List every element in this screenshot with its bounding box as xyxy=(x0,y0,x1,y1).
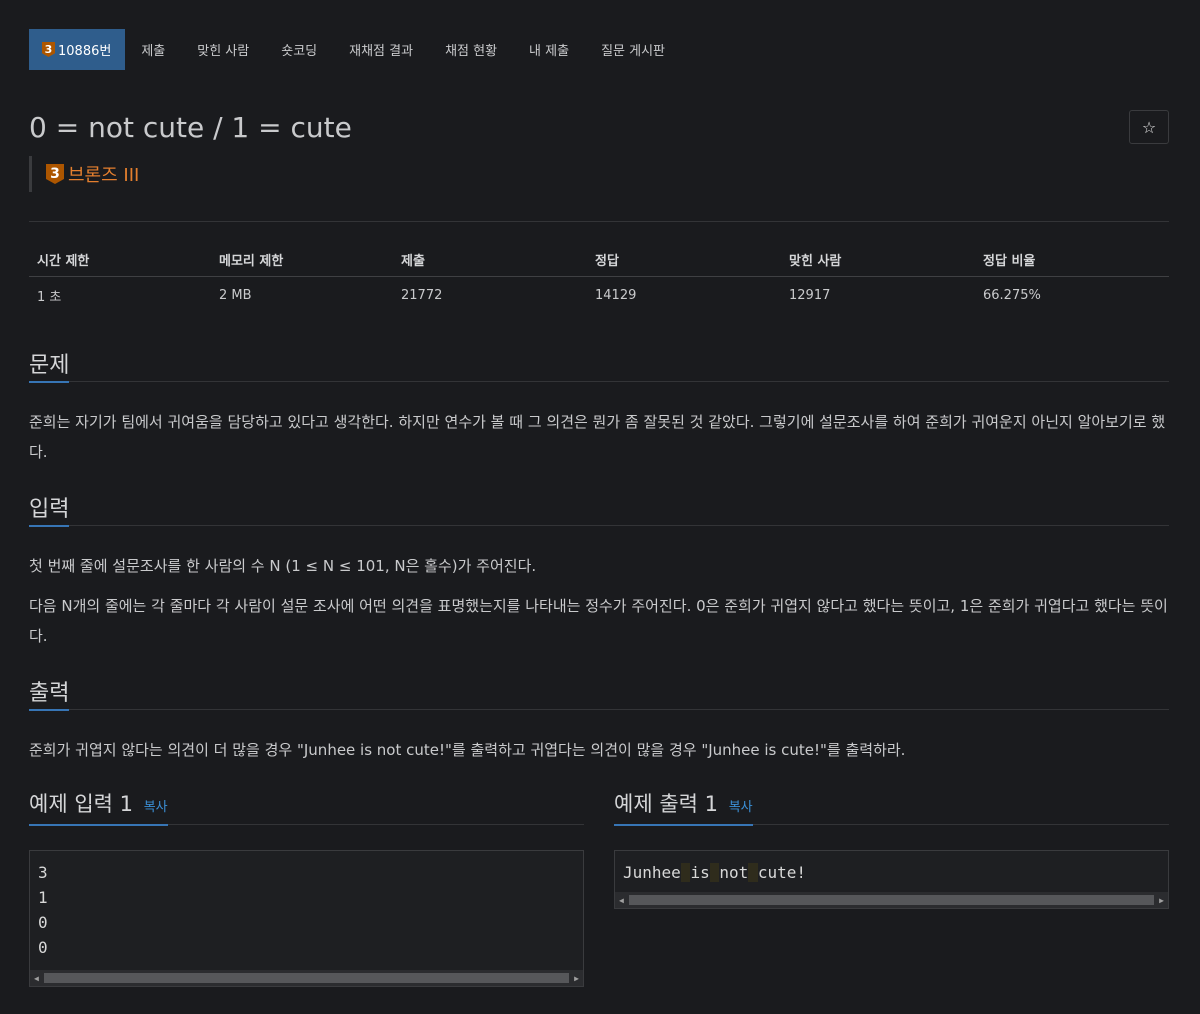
whitespace-marker xyxy=(680,863,691,882)
problem-tier: 3 브론즈 III xyxy=(29,156,139,192)
scroll-left-icon[interactable]: ◀ xyxy=(615,888,628,913)
sample-output-word: Junhee xyxy=(623,863,681,882)
nav-submit[interactable]: 제출 xyxy=(125,29,181,70)
problem-info-table: 시간 제한 메모리 제한 제출 정답 맞힌 사람 정답 비율 1 초 2 MB … xyxy=(29,243,1169,313)
nav-my-submissions[interactable]: 내 제출 xyxy=(513,29,585,70)
sample-input-line: 1 xyxy=(38,888,48,907)
header-accepted: 정답 xyxy=(595,254,619,269)
sample-input-line: 3 xyxy=(38,863,48,882)
problem-nav: 3 10886번 제출 맞힌 사람 숏코딩 재채점 결과 채점 현황 내 제출 … xyxy=(29,29,681,70)
output-heading: 출력 xyxy=(29,675,70,711)
header-accept-ratio: 정답 비율 xyxy=(983,254,1036,269)
input-section-header: 입력 xyxy=(29,490,1169,527)
scroll-left-icon[interactable]: ◀ xyxy=(30,966,43,991)
value-accept-ratio: 66.275% xyxy=(983,287,1041,303)
value-submissions: 21772 xyxy=(401,287,443,303)
header-memory-limit: 메모리 제한 xyxy=(219,254,284,269)
nav-solved-users[interactable]: 맞힌 사람 xyxy=(181,29,265,70)
input-description-1: 첫 번째 줄에 설문조사를 한 사람의 수 N (1 ≤ N ≤ 101, N은… xyxy=(29,557,537,575)
value-accepted: 14129 xyxy=(595,287,637,303)
divider xyxy=(29,221,1169,222)
star-icon: ☆ xyxy=(1141,117,1157,137)
sample-output-title: 예제 출력 1 xyxy=(614,792,718,816)
sample-input-line: 0 xyxy=(38,913,48,932)
copy-sample-input-button[interactable]: 복사 xyxy=(144,800,168,815)
value-time-limit: 1 초 xyxy=(37,289,62,305)
input-description-2: 다음 N개의 줄에는 각 줄마다 각 사람이 설문 조사에 어떤 의견을 표명했… xyxy=(29,597,1168,645)
tier-label[interactable]: 브론즈 III xyxy=(68,161,139,187)
problem-description: 준희는 자기가 팀에서 귀여움을 담당하고 있다고 생각한다. 하지만 연수가 … xyxy=(29,413,1166,461)
info-table-row: 1 초 2 MB 21772 14129 12917 66.275% xyxy=(29,277,1169,313)
scrollbar-thumb[interactable] xyxy=(44,973,569,983)
nav-judge-status[interactable]: 채점 현황 xyxy=(429,29,513,70)
scrollbar-thumb[interactable] xyxy=(629,895,1154,905)
nav-problem-number: 10886번 xyxy=(58,44,112,59)
input-heading: 입력 xyxy=(29,491,70,527)
sample-input-box[interactable]: 3 1 0 0 ◀ ▶ xyxy=(29,850,584,987)
output-description: 준희가 귀엽지 않다는 의견이 더 많을 경우 "Junhee is not c… xyxy=(29,741,906,759)
scroll-right-icon[interactable]: ▶ xyxy=(570,966,583,991)
copy-sample-output-button[interactable]: 복사 xyxy=(729,800,753,815)
header-submissions: 제출 xyxy=(401,254,425,269)
bronze-tier-icon: 3 xyxy=(46,164,64,184)
whitespace-marker xyxy=(709,863,720,882)
value-solved-users: 12917 xyxy=(789,287,831,303)
nav-problem-tab[interactable]: 3 10886번 xyxy=(29,29,126,70)
problem-title: 0 = not cute / 1 = cute xyxy=(29,111,352,144)
sample-output-header: 예제 출력 1 복사 xyxy=(614,787,1169,826)
nav-question-board[interactable]: 질문 게시판 xyxy=(585,29,681,70)
favorite-button[interactable]: ☆ xyxy=(1129,110,1169,144)
horizontal-scrollbar[interactable]: ◀ ▶ xyxy=(615,892,1168,908)
sample-input-heading: 예제 입력 1 복사 xyxy=(29,788,168,826)
nav-rejudge-results[interactable]: 재채점 결과 xyxy=(333,29,429,70)
problem-heading: 문제 xyxy=(29,347,70,383)
sample-input-line: 0 xyxy=(38,938,48,957)
scroll-right-icon[interactable]: ▶ xyxy=(1155,888,1168,913)
header-time-limit: 시간 제한 xyxy=(37,254,90,269)
header-solved-users: 맞힌 사람 xyxy=(789,254,842,269)
horizontal-scrollbar[interactable]: ◀ ▶ xyxy=(30,970,583,986)
sample-output-word: not xyxy=(719,863,749,882)
output-section-header: 출력 xyxy=(29,674,1169,711)
sample-input-header: 예제 입력 1 복사 xyxy=(29,787,584,826)
sample-output-box[interactable]: Junhee is not cute! ◀ ▶ xyxy=(614,850,1169,909)
bronze-tier-icon: 3 xyxy=(42,42,55,57)
sample-input-title: 예제 입력 1 xyxy=(29,792,133,816)
sample-output-word: cute! xyxy=(757,863,807,882)
value-memory-limit: 2 MB xyxy=(219,287,252,303)
whitespace-marker xyxy=(748,863,758,882)
sample-output-heading: 예제 출력 1 복사 xyxy=(614,788,753,826)
sample-output-word: is xyxy=(690,863,710,882)
nav-short-coding[interactable]: 숏코딩 xyxy=(265,29,333,70)
info-table-header: 시간 제한 메모리 제한 제출 정답 맞힌 사람 정답 비율 xyxy=(29,243,1169,277)
problem-section-header: 문제 xyxy=(29,346,1169,383)
